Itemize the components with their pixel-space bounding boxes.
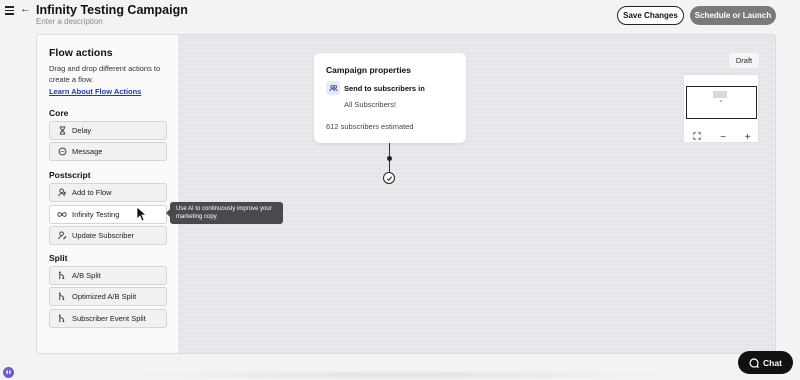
chat-button[interactable]: Chat xyxy=(738,351,793,374)
chat-label: Chat xyxy=(763,357,782,368)
action-label: Delay xyxy=(72,126,92,135)
subscribers-icon xyxy=(326,81,340,95)
back-arrow-icon[interactable]: ← xyxy=(20,3,31,15)
user-edit-icon xyxy=(57,231,67,241)
learn-flow-actions-link[interactable]: Learn About Flow Actions xyxy=(49,87,141,96)
send-to-label: Send to subscribers in xyxy=(344,84,425,93)
zoom-out-icon[interactable]: − xyxy=(720,132,726,143)
action-label: Add to Flow xyxy=(72,188,112,197)
top-header: ← Infinity Testing Campaign Enter a desc… xyxy=(0,0,800,34)
bottom-shadow xyxy=(120,370,680,380)
action-update-subscriber[interactable]: Update Subscriber xyxy=(49,226,167,245)
chat-bubble-icon xyxy=(749,357,759,368)
section-split: Split xyxy=(49,253,68,263)
section-core: Core xyxy=(49,108,69,118)
action-optimized-ab-split[interactable]: Optimized A/B Split xyxy=(49,287,167,306)
canvas-minimap[interactable]: − + xyxy=(683,74,759,143)
infinity-testing-tooltip: Use AI to continuously improve your mark… xyxy=(166,202,283,224)
action-infinity-testing[interactable]: Infinity Testing xyxy=(49,205,167,224)
action-label: Infinity Testing xyxy=(72,210,120,219)
status-badge: Draft xyxy=(729,53,759,68)
save-changes-button[interactable]: Save Changes xyxy=(617,6,684,25)
infinity-icon xyxy=(57,210,67,220)
hourglass-icon xyxy=(57,126,67,136)
minimap-node xyxy=(713,91,727,98)
sidebar-title: Flow actions xyxy=(49,47,113,59)
connector-dot[interactable] xyxy=(386,156,392,161)
minimap-dot xyxy=(719,100,722,102)
card-title: Campaign properties xyxy=(326,65,412,75)
campaign-properties-card[interactable]: Campaign properties Send to subscribers … xyxy=(314,53,466,143)
zoom-in-icon[interactable]: + xyxy=(745,132,751,143)
hamburger-menu-icon[interactable] xyxy=(4,4,16,16)
split-icon xyxy=(57,271,67,281)
action-message[interactable]: Message xyxy=(49,142,167,161)
action-label: Optimized A/B Split xyxy=(72,292,137,301)
add-user-icon xyxy=(57,188,67,198)
flow-actions-sidebar: Flow actions Drag and drop different act… xyxy=(37,35,178,353)
message-icon xyxy=(57,147,67,157)
split-icon xyxy=(57,314,67,324)
action-label: A/B Split xyxy=(72,271,101,280)
action-label: Update Subscriber xyxy=(72,231,135,240)
fit-view-icon[interactable] xyxy=(693,131,701,143)
action-ab-split[interactable]: A/B Split xyxy=(49,266,167,285)
flow-end-check-icon[interactable] xyxy=(383,172,395,184)
action-label: Message xyxy=(72,147,103,156)
app-logo-icon[interactable] xyxy=(3,367,14,378)
segment-name: All Subscribers! xyxy=(344,100,397,109)
action-add-to-flow[interactable]: Add to Flow xyxy=(49,183,167,202)
section-postscript: Postscript xyxy=(49,170,91,180)
page-title[interactable]: Infinity Testing Campaign xyxy=(36,3,188,17)
split-icon xyxy=(57,292,67,302)
subscriber-estimate: 612 subscribers estimated xyxy=(326,122,414,131)
minimap-controls: − + xyxy=(684,131,760,143)
description-input[interactable]: Enter a description xyxy=(36,17,103,26)
schedule-launch-button[interactable]: Schedule or Launch xyxy=(690,6,776,25)
action-label: Subscriber Event Split xyxy=(72,314,146,323)
sidebar-description: Drag and drop different actions to creat… xyxy=(49,64,161,84)
mouse-cursor-icon xyxy=(136,206,148,222)
action-subscriber-event-split[interactable]: Subscriber Event Split xyxy=(49,309,167,328)
action-delay[interactable]: Delay xyxy=(49,121,167,140)
